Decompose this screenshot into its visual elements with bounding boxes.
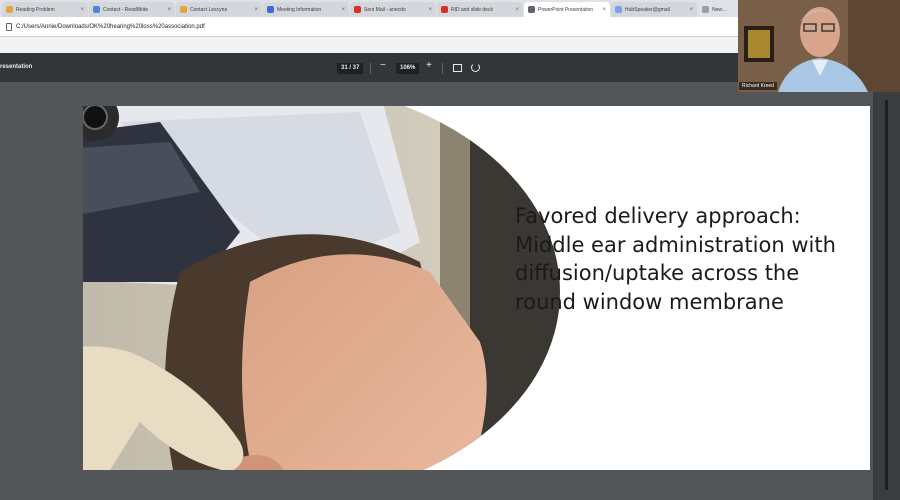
tab-close-icon[interactable]: × [254, 7, 258, 13]
fit-page-icon[interactable] [453, 64, 462, 72]
tab-label: Reading Problem [16, 6, 55, 13]
file-icon [6, 22, 12, 31]
tab-favicon-icon [528, 6, 535, 13]
browser-tab[interactable]: Sent Mail - anecdo × [350, 2, 436, 17]
browser-tab-strip: Reading Problem × Contact - ReadWrite × Cont… [0, 0, 738, 17]
zoom-in-button[interactable]: + [426, 60, 432, 71]
tab-close-icon[interactable]: × [602, 7, 606, 13]
tab-favicon-icon [441, 6, 448, 13]
tab-label: Sent Mail - anecdo [364, 6, 406, 13]
slide-text-line: Favored delivery approach: [515, 204, 801, 228]
address-bar[interactable]: C:/Users/Annie/Downloads/OK%20hearing%20… [0, 17, 738, 37]
slide-body-text: Favored delivery approach: Middle ear ad… [515, 202, 865, 316]
tab-favicon-icon [180, 6, 187, 13]
webcam-tile: Richard Kreed [738, 0, 900, 92]
tab-favicon-icon [6, 6, 13, 13]
tab-close-icon[interactable]: × [689, 7, 693, 13]
browser-tab[interactable]: RID and slide deck × [437, 2, 523, 17]
tab-favicon-icon [615, 6, 622, 13]
tab-close-icon[interactable]: × [80, 7, 84, 13]
ear-procedure-photo [83, 106, 560, 470]
tab-label: PowerPoint Presentation [538, 6, 594, 13]
scrollbar-track[interactable] [885, 100, 888, 490]
participant-name: Richard Kreed [739, 82, 777, 90]
browser-tab[interactable]: Meeting Information × [263, 2, 349, 17]
tab-label: New Tab [712, 6, 728, 13]
tab-label: RID and slide deck [451, 6, 493, 13]
browser-tab[interactable]: PowerPoint Presentation × [524, 2, 610, 17]
tab-label: Meeting Information [277, 6, 322, 13]
toolbar-divider [442, 63, 443, 74]
tab-label: Contact Lexcyne [190, 6, 228, 13]
browser-tab[interactable]: Contact - ReadWrite × [89, 2, 175, 17]
zoom-out-button[interactable]: − [380, 60, 386, 71]
toolbar-divider [370, 63, 371, 74]
bookmark-strip [0, 37, 738, 53]
tab-favicon-icon [267, 6, 274, 13]
tab-close-icon[interactable]: × [515, 7, 519, 13]
tab-label: Contact - ReadWrite [103, 6, 149, 13]
browser-tab[interactable]: HubSpeaker@gmail × [611, 2, 697, 17]
tab-close-icon[interactable]: × [341, 7, 345, 13]
participant-video [738, 0, 900, 92]
pdf-toolbar: resentation 31 / 37 − 106% + [0, 53, 738, 82]
slide-text-line: round window membrane [515, 289, 784, 314]
url-text[interactable]: C:/Users/Annie/Downloads/OK%20hearing%20… [16, 24, 205, 30]
scrollbar[interactable] [873, 90, 900, 500]
slide-text-line: diffusion/uptake across the [515, 261, 800, 285]
document-title: resentation [0, 64, 33, 70]
tab-close-icon[interactable]: × [167, 7, 171, 13]
tab-favicon-icon [354, 6, 361, 13]
browser-tab[interactable]: Reading Problem × [2, 2, 88, 17]
zoom-level[interactable]: 106% [396, 63, 420, 74]
tab-label: HubSpeaker@gmail [625, 6, 670, 13]
tab-favicon-icon [702, 6, 709, 13]
slide-photo [83, 106, 560, 470]
screen: Reading Problem × Contact - ReadWrite × Cont… [0, 0, 900, 500]
rotate-icon[interactable] [471, 63, 480, 72]
tab-favicon-icon [93, 6, 100, 13]
tab-close-icon[interactable]: × [428, 7, 432, 13]
page-indicator[interactable]: 31 / 37 [337, 63, 364, 74]
browser-tab[interactable]: Contact Lexcyne × [176, 2, 262, 17]
slide-text-line: Middle ear administration with [515, 232, 836, 257]
browser-tab[interactable]: New Tab [698, 2, 732, 17]
slide-page: Favored delivery approach: Middle ear ad… [83, 106, 870, 470]
